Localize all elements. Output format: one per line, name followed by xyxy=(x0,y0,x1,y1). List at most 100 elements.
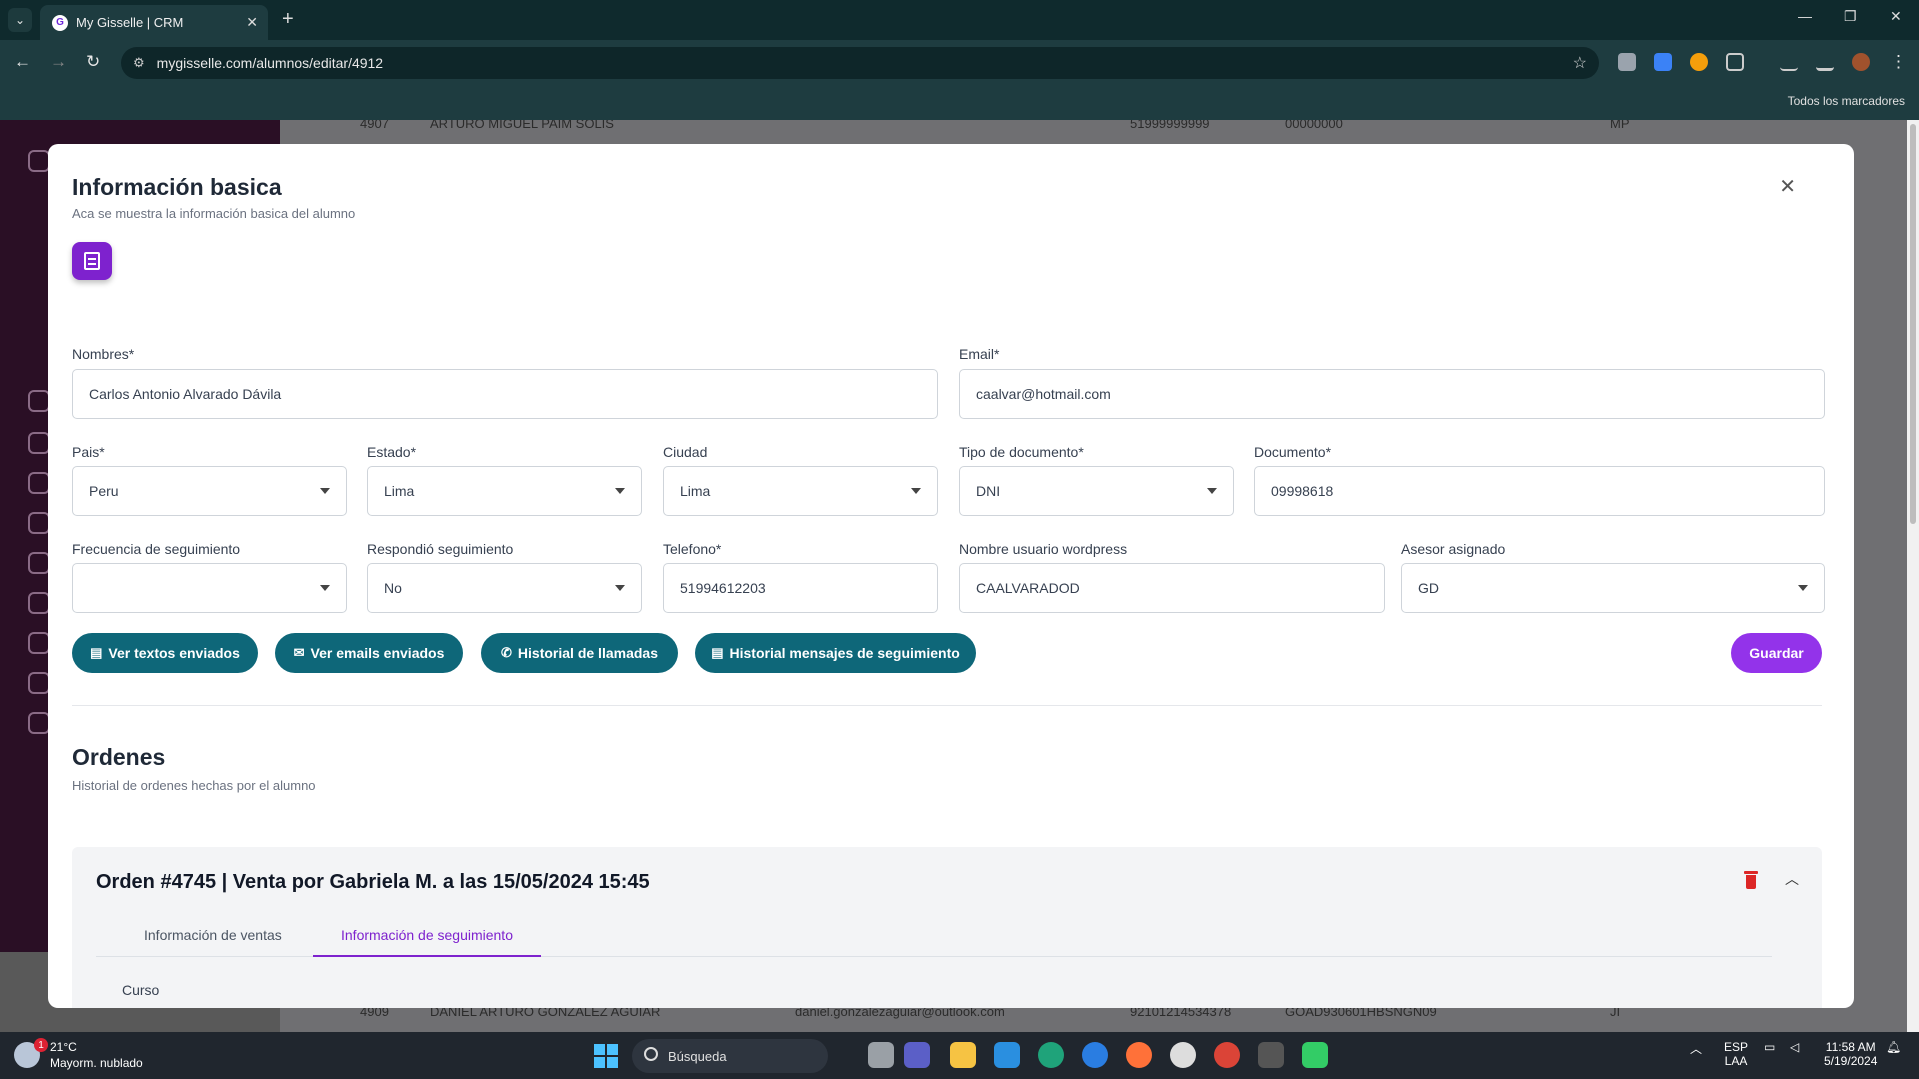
respondio-select[interactable]: No xyxy=(367,563,642,613)
email-input[interactable]: caalvar@hotmail.com xyxy=(959,369,1825,419)
tab-title: My Gisselle | CRM xyxy=(76,15,184,30)
nombres-label: Nombres* xyxy=(72,346,135,362)
reload-button[interactable]: ↻ xyxy=(86,52,100,72)
notifications-icon[interactable]: 🔔︎ xyxy=(1886,1040,1901,1054)
browser-tab[interactable]: G My Gisselle | CRM ✕ xyxy=(40,5,268,40)
url-text: mygisselle.com/alumnos/editar/4912 xyxy=(156,55,384,71)
chat-icon: ▤ xyxy=(711,645,724,660)
modal-title: Información basica xyxy=(72,174,282,200)
browser-toolbar: ← → ↻ ⚙ mygisselle.com/alumnos/editar/49… xyxy=(0,40,1919,86)
historial-llamadas-button[interactable]: ✆ Historial de llamadas xyxy=(481,633,678,673)
app-icon[interactable] xyxy=(1082,1042,1108,1068)
nombres-input[interactable]: Carlos Antonio Alvarado Dávila xyxy=(72,369,938,419)
volume-icon[interactable]: ◁ xyxy=(1790,1040,1799,1054)
chevron-down-icon xyxy=(1207,488,1217,494)
minimize-button[interactable]: — xyxy=(1798,8,1812,24)
edge-icon[interactable] xyxy=(1038,1042,1064,1068)
active-tab-indicator xyxy=(313,955,541,957)
language-indicator[interactable]: ESP LAA xyxy=(1724,1040,1748,1068)
estado-label: Estado* xyxy=(367,444,417,460)
tab-informacion-seguimiento[interactable]: Información de seguimiento xyxy=(341,927,513,943)
bell-icon xyxy=(28,150,50,172)
chevron-down-icon xyxy=(320,488,330,494)
app-icon[interactable] xyxy=(1170,1042,1196,1068)
ciudad-label: Ciudad xyxy=(663,444,708,460)
collapse-chevron-icon[interactable]: ︿ xyxy=(1785,869,1799,889)
weather-desc: Mayorm. nublado xyxy=(50,1056,143,1070)
modal-subtitle: Aca se muestra la información basica del… xyxy=(72,206,356,221)
extension-translate-icon[interactable] xyxy=(1654,53,1672,71)
alarm-icon xyxy=(28,712,50,734)
frecuencia-select[interactable] xyxy=(72,563,347,613)
extension-shield-icon[interactable] xyxy=(1618,53,1636,71)
form-list-button[interactable] xyxy=(72,242,112,280)
chevron-down-icon xyxy=(1798,585,1808,591)
ciudad-select[interactable]: Lima xyxy=(663,466,938,516)
tab-informacion-ventas[interactable]: Información de ventas xyxy=(144,927,282,943)
all-bookmarks[interactable]: Todos los marcadores xyxy=(1788,94,1905,108)
start-button[interactable] xyxy=(594,1044,618,1068)
bookmark-star-icon[interactable]: ☆ xyxy=(1573,53,1587,73)
taskbar-search[interactable]: Búsqueda xyxy=(632,1039,828,1073)
extensions-puzzle-icon[interactable] xyxy=(1726,53,1744,71)
tipo-documento-select[interactable]: DNI xyxy=(959,466,1234,516)
new-tab-button[interactable]: + xyxy=(282,8,294,31)
chevron-down-icon xyxy=(615,488,625,494)
extension-cookie-icon[interactable] xyxy=(1690,53,1708,71)
monitor-icon xyxy=(28,592,50,614)
tray-expand-icon[interactable]: ︿ xyxy=(1690,1040,1702,1057)
ver-emails-button[interactable]: ✉ Ver emails enviados xyxy=(275,633,463,673)
file-explorer-icon[interactable] xyxy=(950,1042,976,1068)
respondio-label: Respondió seguimiento xyxy=(367,541,514,557)
downloads-icon[interactable] xyxy=(1816,53,1834,71)
menu-dots-icon[interactable]: ⋮ xyxy=(1890,52,1907,72)
bookmarks-bar: Todos los marcadores xyxy=(0,86,1919,120)
weather-temp: 21°C xyxy=(50,1040,77,1054)
vscode-icon[interactable] xyxy=(994,1042,1020,1068)
search-icon xyxy=(644,1047,658,1061)
historial-mensajes-button[interactable]: ▤ Historial mensajes de seguimiento xyxy=(695,633,976,673)
restore-button[interactable]: ❐ xyxy=(1844,8,1857,25)
scrollbar-thumb[interactable] xyxy=(1910,124,1916,524)
tab-close-icon[interactable]: ✕ xyxy=(246,14,258,31)
chevron-down-icon xyxy=(911,488,921,494)
usuario-wp-label: Nombre usuario wordpress xyxy=(959,541,1128,557)
inbox-icon xyxy=(28,472,50,494)
estado-select[interactable]: Lima xyxy=(367,466,642,516)
dollar-icon xyxy=(28,552,50,574)
order-tabs: Información de ventas Información de seg… xyxy=(96,917,1772,957)
clock[interactable]: 11:58 AM 5/19/2024 xyxy=(1824,1040,1877,1068)
tab-search-button[interactable]: ⌄ xyxy=(8,8,32,32)
forward-button[interactable]: → xyxy=(50,52,67,72)
documento-input[interactable]: 09998618 xyxy=(1254,466,1825,516)
calculator-icon[interactable] xyxy=(1258,1042,1284,1068)
documento-label: Documento* xyxy=(1254,444,1332,460)
delete-order-icon[interactable] xyxy=(1744,871,1758,889)
network-icon[interactable]: ▭ xyxy=(1764,1040,1775,1054)
asesor-select[interactable]: GD xyxy=(1401,563,1825,613)
back-button[interactable]: ← xyxy=(14,52,31,72)
page-scrollbar[interactable] xyxy=(1907,120,1919,1032)
chrome-icon[interactable] xyxy=(1214,1042,1240,1068)
profile-avatar[interactable] xyxy=(1852,53,1870,71)
window-close-button[interactable]: ✕ xyxy=(1890,8,1902,25)
usuario-wp-input[interactable]: CAALVARADOD xyxy=(959,563,1385,613)
close-icon[interactable]: ✕ xyxy=(1779,174,1796,199)
snipping-icon[interactable] xyxy=(1302,1042,1328,1068)
guardar-button[interactable]: Guardar xyxy=(1731,633,1822,673)
telefono-input[interactable]: 51994612203 xyxy=(663,563,938,613)
task-view-icon[interactable] xyxy=(868,1042,894,1068)
firefox-icon[interactable] xyxy=(1126,1042,1152,1068)
media-control-icon[interactable] xyxy=(1780,53,1798,71)
pais-select[interactable]: Peru xyxy=(72,466,347,516)
teams-icon[interactable] xyxy=(904,1042,930,1068)
address-bar[interactable]: ⚙ mygisselle.com/alumnos/editar/4912 ☆ xyxy=(121,47,1599,79)
ver-textos-button[interactable]: ▤ Ver textos enviados xyxy=(72,633,258,673)
email-label: Email* xyxy=(959,346,1000,362)
message-icon: ▤ xyxy=(90,645,103,660)
telefono-label: Telefono* xyxy=(663,541,722,557)
favicon: G xyxy=(52,14,68,31)
site-info-icon[interactable]: ⚙ xyxy=(133,55,145,71)
orders-title: Ordenes xyxy=(72,744,166,770)
windows-taskbar: 1 21°C Mayorm. nublado Búsqueda ︿ ESP LAA… xyxy=(0,1032,1919,1079)
